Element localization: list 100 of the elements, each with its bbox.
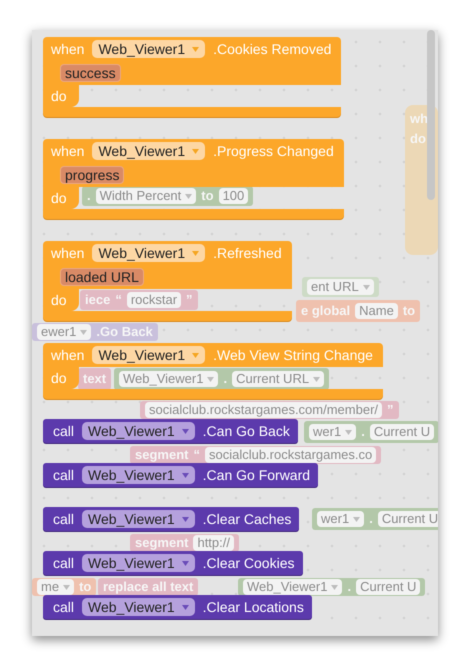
block-field: Width Percent bbox=[96, 188, 196, 204]
event-name-label: .Progress Changed bbox=[213, 143, 334, 159]
keyword-label: when bbox=[51, 41, 84, 57]
method-name-label: .Can Go Back bbox=[202, 423, 290, 439]
block-label: . bbox=[361, 424, 365, 440]
dropdown-arrow-icon bbox=[80, 330, 88, 334]
block-label: e global bbox=[301, 303, 350, 319]
dropdown-arrow-icon bbox=[182, 516, 189, 522]
keyword-label: when bbox=[51, 347, 84, 363]
block-label: ” bbox=[186, 292, 193, 308]
event-block-header[interactable]: when Web_Viewer1 .Progress Changed bbox=[43, 139, 344, 163]
block-label: . bbox=[223, 371, 228, 387]
event-name-label: .Refreshed bbox=[213, 245, 282, 261]
method-name-label: .Can Go Forward bbox=[202, 467, 310, 483]
keyword-label: do bbox=[51, 370, 67, 386]
keyword-label: do bbox=[51, 88, 67, 104]
dropdown-arrow-icon bbox=[182, 472, 189, 478]
block-label: segment bbox=[135, 447, 188, 463]
block-field: ewer1 bbox=[37, 324, 92, 340]
block-label: ” bbox=[387, 402, 394, 418]
block-label: . bbox=[87, 188, 91, 204]
call-block[interactable]: call Web_Viewer1 .Can Go Forward bbox=[43, 463, 318, 487]
event-name-label: .Web View String Change bbox=[213, 347, 373, 363]
keyword-label: when bbox=[51, 245, 84, 261]
keyword-label: call bbox=[53, 467, 74, 483]
parameter-chip[interactable]: loaded URL bbox=[60, 268, 144, 286]
call-block[interactable]: call Web_Viewer1 .Clear Caches bbox=[43, 507, 300, 531]
block-field: Current U bbox=[356, 579, 420, 595]
component-dropdown[interactable]: Web_Viewer1 bbox=[82, 554, 195, 572]
block-label: do bbox=[410, 131, 426, 147]
method-name-label: .Clear Caches bbox=[202, 511, 292, 527]
block-field: Name bbox=[355, 303, 398, 319]
block-label: text bbox=[83, 371, 106, 387]
dropdown-arrow-icon bbox=[362, 284, 370, 290]
event-name-label: .Cookies Removed bbox=[213, 41, 332, 57]
event-block-header[interactable]: when Web_Viewer1 .Refreshed bbox=[43, 241, 292, 265]
component-dropdown[interactable]: Web_Viewer1 bbox=[82, 466, 195, 484]
parameter-chip[interactable]: success bbox=[60, 64, 121, 82]
component-dropdown[interactable]: Web_Viewer1 bbox=[92, 142, 206, 160]
keyword-label: call bbox=[53, 423, 74, 439]
block-label: wh bbox=[410, 111, 428, 127]
block-field: http:// bbox=[193, 535, 234, 551]
dropdown-arrow-icon bbox=[331, 584, 338, 590]
event-block-header[interactable]: when Web_Viewer1 .Cookies Removed bbox=[43, 37, 342, 61]
keyword-label: call bbox=[53, 555, 74, 571]
block-label: to bbox=[201, 188, 214, 204]
dropdown-arrow-icon bbox=[182, 560, 189, 566]
block-field: Current URL bbox=[232, 371, 324, 387]
block-field: 100 bbox=[218, 188, 248, 204]
dropdown-arrow-icon bbox=[192, 250, 200, 256]
block-label: . bbox=[369, 511, 373, 527]
dropdown-arrow-icon bbox=[313, 376, 320, 382]
block-field: ent URL bbox=[307, 279, 374, 295]
dropdown-arrow-icon bbox=[345, 430, 352, 434]
block-label: segment bbox=[135, 535, 188, 551]
component-dropdown[interactable]: Web_Viewer1 bbox=[92, 244, 206, 262]
block-label: “ bbox=[193, 447, 200, 463]
call-block[interactable]: call Web_Viewer1 .Clear Cookies bbox=[43, 551, 302, 575]
block-field: me bbox=[37, 579, 74, 595]
dropdown-arrow-icon bbox=[192, 46, 200, 52]
dropdown-arrow-icon bbox=[182, 428, 189, 434]
keyword-label: when bbox=[51, 143, 84, 159]
component-dropdown[interactable]: Web_Viewer1 bbox=[82, 598, 195, 616]
keyword-label: do bbox=[51, 190, 67, 206]
dropdown-arrow-icon bbox=[192, 148, 200, 154]
dropdown-arrow-icon bbox=[207, 376, 214, 382]
keyword-label: do bbox=[51, 292, 67, 308]
block-field: Current U bbox=[370, 424, 434, 440]
parameter-chip[interactable]: progress bbox=[60, 166, 124, 184]
block-field: rockstar bbox=[126, 292, 182, 308]
component-dropdown[interactable]: Web_Viewer1 bbox=[82, 510, 195, 528]
block-label: to bbox=[79, 579, 92, 595]
call-block[interactable]: call Web_Viewer1 .Clear Locations bbox=[43, 595, 312, 619]
dropdown-arrow-icon bbox=[182, 604, 189, 610]
dropdown-arrow-icon bbox=[353, 516, 360, 522]
component-dropdown[interactable]: Web_Viewer1 bbox=[92, 346, 206, 364]
keyword-label: call bbox=[53, 511, 74, 527]
dropdown-arrow-icon bbox=[192, 352, 200, 358]
block-label: to bbox=[402, 303, 416, 319]
block-field: wer1 bbox=[317, 511, 364, 527]
block-label: replace all text bbox=[103, 579, 194, 595]
block-field: wer1 bbox=[309, 424, 356, 440]
block-field: socialclub.rockstargames.co bbox=[204, 447, 376, 463]
block-field: Current U bbox=[378, 511, 438, 527]
block-label: iece bbox=[85, 292, 110, 308]
block-field: Web_Viewer1 bbox=[243, 579, 342, 595]
event-block-header[interactable]: when Web_Viewer1 .Web View String Change bbox=[43, 343, 383, 367]
dropdown-arrow-icon bbox=[185, 194, 192, 198]
block-label: . bbox=[347, 579, 352, 595]
component-dropdown[interactable]: Web_Viewer1 bbox=[92, 40, 206, 58]
dropdown-arrow-icon bbox=[63, 584, 70, 590]
method-name-label: .Clear Cookies bbox=[202, 555, 294, 571]
call-block[interactable]: call Web_Viewer1 .Can Go Back bbox=[43, 419, 298, 443]
scrollbar-thumb[interactable] bbox=[427, 30, 435, 200]
component-dropdown[interactable]: Web_Viewer1 bbox=[82, 422, 195, 440]
block-label: “ bbox=[115, 292, 122, 308]
method-name-label: .Clear Locations bbox=[202, 599, 304, 615]
block-field: Web_Viewer1 bbox=[119, 371, 218, 387]
block-field: socialclub.rockstargames.com/member/ bbox=[145, 402, 382, 418]
keyword-label: call bbox=[53, 599, 74, 615]
